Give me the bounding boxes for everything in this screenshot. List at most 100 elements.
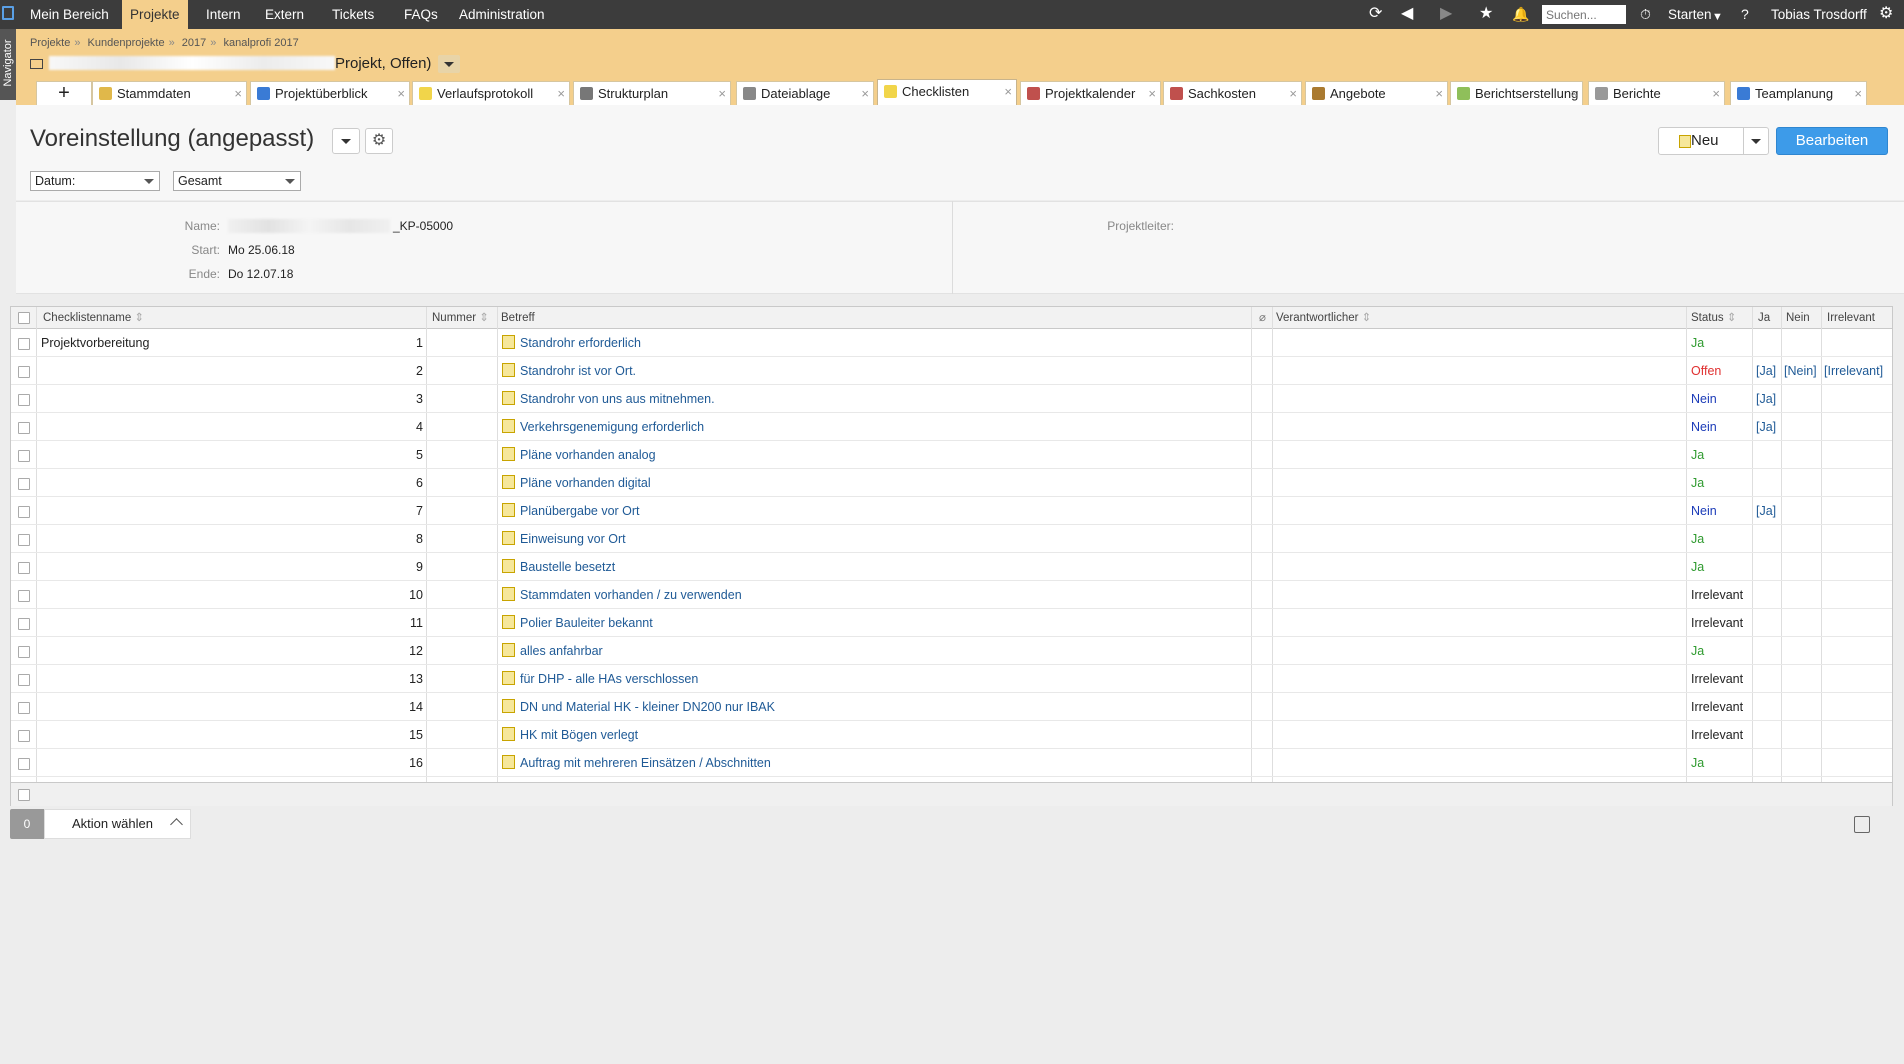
- tab-stammdaten[interactable]: Stammdaten ×: [92, 81, 247, 105]
- close-tab-icon[interactable]: ×: [1712, 82, 1720, 105]
- add-tab-button[interactable]: +: [36, 81, 92, 105]
- close-tab-icon[interactable]: ×: [1435, 82, 1443, 105]
- nav-mein-bereich[interactable]: Mein Bereich: [22, 0, 117, 29]
- close-tab-icon[interactable]: ×: [1570, 82, 1578, 105]
- tab-teamplanung[interactable]: Teamplanung ×: [1730, 81, 1867, 105]
- tab-projektüberblick[interactable]: Projektüberblick ×: [250, 81, 410, 105]
- tab-checklisten[interactable]: Checklisten ×: [877, 79, 1017, 105]
- project-dropdown-button[interactable]: [438, 55, 460, 73]
- bell-icon[interactable]: 🔔: [1512, 6, 1529, 22]
- column-header-status[interactable]: Status ⇕: [1688, 307, 1748, 329]
- app-logo-icon[interactable]: [2, 6, 14, 20]
- row-checkbox[interactable]: [18, 730, 30, 742]
- date-filter-select[interactable]: Datum:: [30, 171, 160, 191]
- view-dropdown-button[interactable]: [332, 128, 360, 154]
- row-subject-link[interactable]: Standrohr erforderlich: [502, 329, 641, 357]
- new-dropdown-button[interactable]: [1743, 127, 1769, 155]
- start-dropdown-icon[interactable]: ▼: [1712, 9, 1723, 25]
- close-tab-icon[interactable]: ×: [1148, 82, 1156, 105]
- tab-dateiablage[interactable]: Dateiablage ×: [736, 81, 874, 105]
- row-subject-link[interactable]: Standrohr ist vor Ort.: [502, 357, 636, 385]
- answer-yes-link[interactable]: [Ja]: [1756, 497, 1776, 525]
- close-tab-icon[interactable]: ×: [718, 82, 726, 105]
- scope-filter-select[interactable]: Gesamt: [173, 171, 301, 191]
- answer-no-link[interactable]: [Nein]: [1784, 357, 1817, 385]
- nav-projekte[interactable]: Projekte: [122, 0, 188, 29]
- user-name[interactable]: Tobias Trosdorff: [1763, 0, 1875, 29]
- column-header-irrelevant[interactable]: Irrelevant: [1824, 307, 1884, 329]
- breadcrumb-item[interactable]: Projekte: [30, 37, 70, 49]
- row-checkbox[interactable]: [18, 422, 30, 434]
- close-tab-icon[interactable]: ×: [1854, 82, 1862, 105]
- row-subject-link[interactable]: Auftrag mit mehreren Einsätzen / Abschni…: [502, 749, 771, 777]
- column-header-name[interactable]: Checklistenname ⇕: [40, 307, 340, 329]
- row-subject-link[interactable]: Verkehrsgenemigung erforderlich: [502, 413, 704, 441]
- row-checkbox[interactable]: [18, 450, 30, 462]
- tab-strukturplan[interactable]: Strukturplan ×: [573, 81, 731, 105]
- tab-angebote[interactable]: Angebote ×: [1305, 81, 1448, 105]
- row-subject-link[interactable]: Pläne vorhanden digital: [502, 469, 651, 497]
- view-settings-gear-icon[interactable]: ⚙: [365, 128, 393, 154]
- close-tab-icon[interactable]: ×: [234, 82, 242, 105]
- close-tab-icon[interactable]: ×: [861, 82, 869, 105]
- row-subject-link[interactable]: Pläne vorhanden analog: [502, 441, 656, 469]
- row-checkbox[interactable]: [18, 338, 30, 350]
- refresh-icon[interactable]: ⟳: [1369, 6, 1382, 22]
- row-subject-link[interactable]: alles anfahrbar: [502, 637, 603, 665]
- answer-yes-link[interactable]: [Ja]: [1756, 385, 1776, 413]
- tab-berichte[interactable]: Berichte ×: [1588, 81, 1725, 105]
- row-subject-link[interactable]: Einweisung vor Ort: [502, 525, 626, 553]
- nav-faqs[interactable]: FAQs: [396, 0, 446, 29]
- row-subject-link[interactable]: HK mit Bögen verlegt: [502, 721, 638, 749]
- row-checkbox[interactable]: [18, 758, 30, 770]
- row-checkbox[interactable]: [18, 674, 30, 686]
- gear-icon[interactable]: ⚙: [1879, 6, 1893, 22]
- nav-intern[interactable]: Intern: [198, 0, 249, 29]
- help-icon[interactable]: ?: [1741, 6, 1749, 22]
- forward-arrow-icon[interactable]: ▶: [1440, 6, 1452, 22]
- row-checkbox[interactable]: [18, 366, 30, 378]
- row-checkbox[interactable]: [18, 534, 30, 546]
- close-tab-icon[interactable]: ×: [557, 82, 565, 105]
- breadcrumb-item[interactable]: 2017: [182, 37, 206, 49]
- row-subject-link[interactable]: Standrohr von uns aus mitnehmen.: [502, 385, 715, 413]
- column-header-subject[interactable]: Betreff: [498, 307, 798, 329]
- column-header-responsible[interactable]: Verantwortlicher ⇕: [1273, 307, 1473, 329]
- column-header-no[interactable]: Nein: [1783, 307, 1817, 329]
- nav-tickets[interactable]: Tickets: [324, 0, 382, 29]
- tab-sachkosten[interactable]: Sachkosten ×: [1163, 81, 1302, 105]
- edit-button[interactable]: Bearbeiten: [1776, 127, 1888, 155]
- footer-checkbox[interactable]: [18, 789, 30, 801]
- row-subject-link[interactable]: Polier Bauleiter bekannt: [502, 609, 653, 637]
- navigator-toggle[interactable]: Navigator: [0, 29, 16, 100]
- row-checkbox[interactable]: [18, 478, 30, 490]
- tab-berichtserstellung[interactable]: Berichtserstellung ×: [1450, 81, 1583, 105]
- row-subject-link[interactable]: für DHP - alle HAs verschlossen: [502, 665, 698, 693]
- export-icon[interactable]: [1854, 816, 1870, 833]
- row-checkbox[interactable]: [18, 394, 30, 406]
- answer-yes-link[interactable]: [Ja]: [1756, 357, 1776, 385]
- tab-verlaufsprotokoll[interactable]: Verlaufsprotokoll ×: [412, 81, 570, 105]
- search-input[interactable]: [1542, 5, 1626, 24]
- new-button[interactable]: Neu: [1658, 127, 1744, 155]
- row-checkbox[interactable]: [18, 590, 30, 602]
- row-subject-link[interactable]: DN und Material HK - kleiner DN200 nur I…: [502, 693, 775, 721]
- row-checkbox[interactable]: [18, 702, 30, 714]
- start-button[interactable]: Starten: [1668, 0, 1712, 29]
- row-checkbox[interactable]: [18, 646, 30, 658]
- breadcrumb-item[interactable]: Kundenprojekte: [88, 37, 165, 49]
- nav-administration[interactable]: Administration: [451, 0, 553, 29]
- select-all-checkbox[interactable]: [18, 312, 30, 324]
- row-checkbox[interactable]: [18, 618, 30, 630]
- column-header-number[interactable]: Nummer ⇕: [429, 307, 499, 329]
- back-arrow-icon[interactable]: ◀: [1401, 6, 1413, 22]
- close-tab-icon[interactable]: ×: [397, 82, 405, 105]
- row-subject-link[interactable]: Planübergabe vor Ort: [502, 497, 640, 525]
- close-tab-icon[interactable]: ×: [1004, 80, 1012, 104]
- answer-yes-link[interactable]: [Ja]: [1756, 413, 1776, 441]
- row-subject-link[interactable]: Baustelle besetzt: [502, 553, 615, 581]
- row-subject-link[interactable]: Stammdaten vorhanden / zu verwenden: [502, 581, 742, 609]
- breadcrumb-item[interactable]: kanalprofi 2017: [223, 37, 298, 49]
- stopwatch-icon[interactable]: ⏱: [1640, 6, 1651, 22]
- row-checkbox[interactable]: [18, 562, 30, 574]
